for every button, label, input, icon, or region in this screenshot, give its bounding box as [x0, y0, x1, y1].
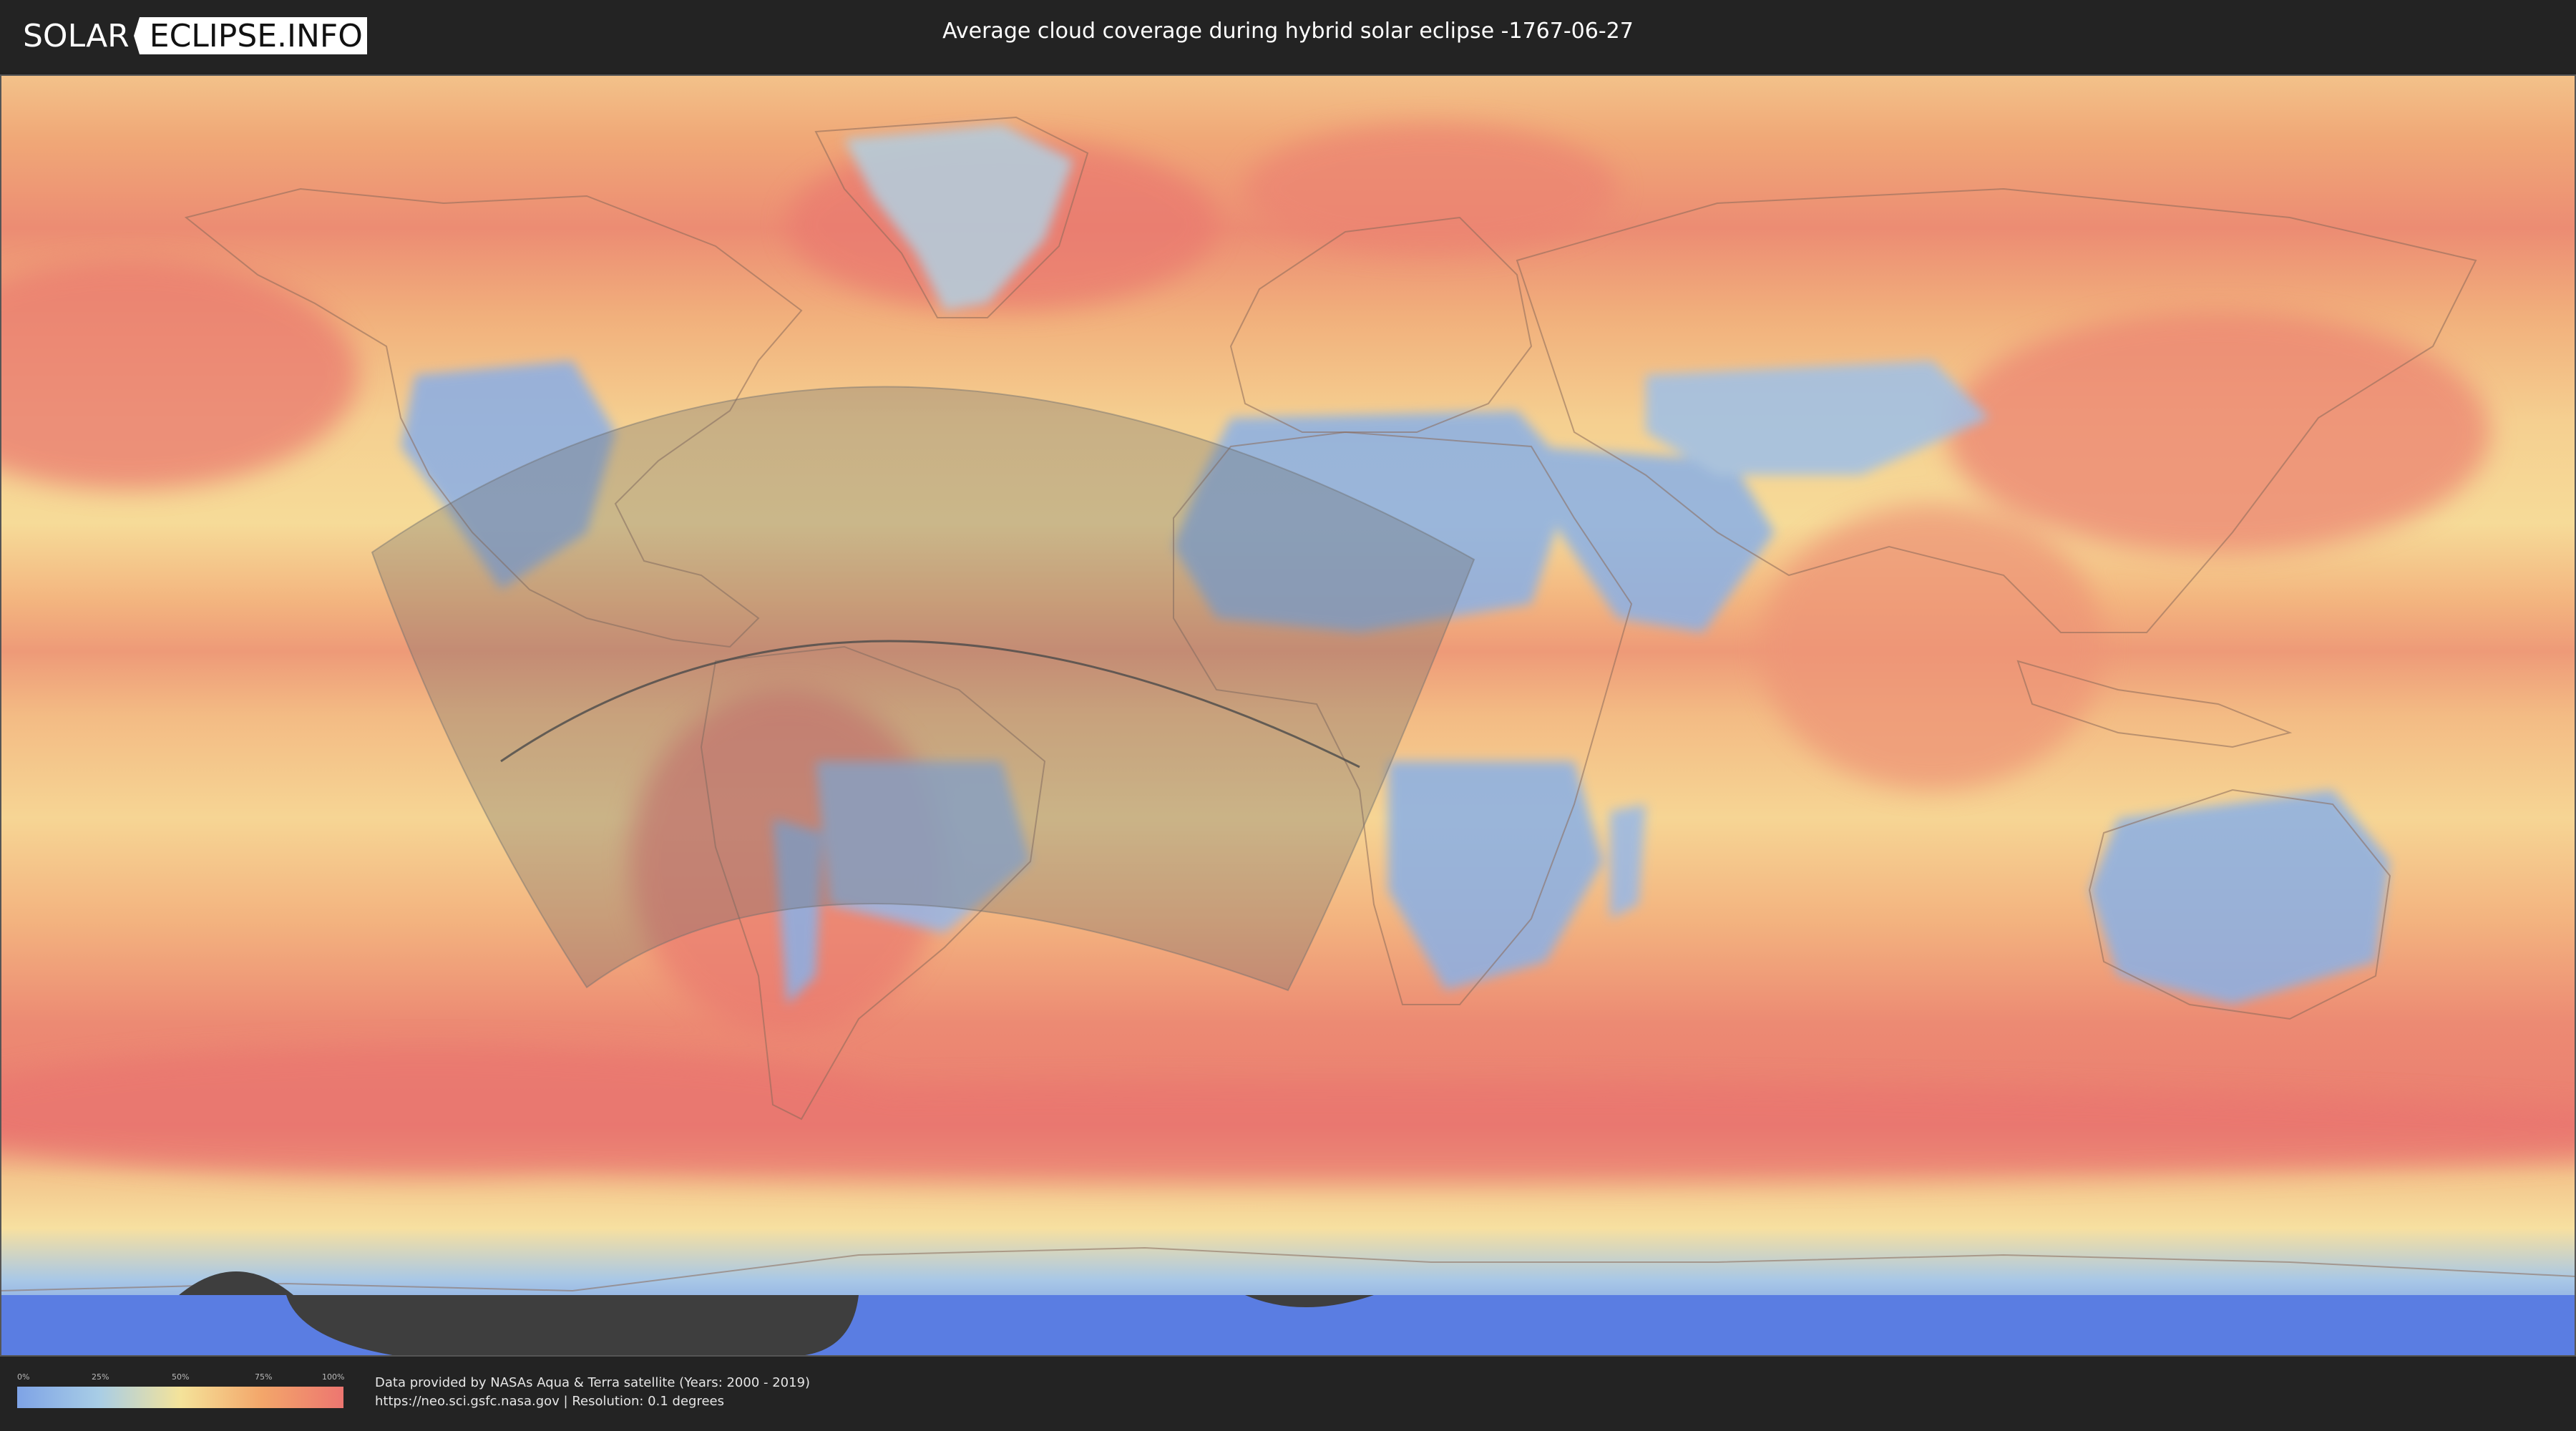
page-title: Average cloud coverage during hybrid sol… [942, 19, 1634, 44]
legend-color-bar [17, 1387, 343, 1408]
legend-tick-75: 75% [255, 1372, 273, 1382]
legend-tick-50: 50% [172, 1372, 190, 1382]
eclipse-cloud-map-page: SOLAR ECLIPSE.INFO Average cloud coverag… [0, 0, 2576, 1431]
world-map[interactable] [0, 74, 2576, 1357]
cloud-coverage-legend: 0% 25% 50% 75% 100% [17, 1372, 345, 1415]
legend-tick-100: 100% [322, 1372, 345, 1382]
data-credit-line: Data provided by NASAs Aqua & Terra sate… [375, 1375, 811, 1390]
footer: 0% 25% 50% 75% 100% Data provided by NAS… [0, 1357, 2576, 1431]
data-source-link[interactable]: https://neo.sci.gsfc.nasa.gov | Resoluti… [375, 1394, 724, 1409]
legend-tick-25: 25% [92, 1372, 109, 1382]
legend-tick-0: 0% [17, 1372, 30, 1382]
header: SOLAR ECLIPSE.INFO Average cloud coverag… [0, 0, 2576, 72]
map-canvas [0, 74, 2576, 1357]
